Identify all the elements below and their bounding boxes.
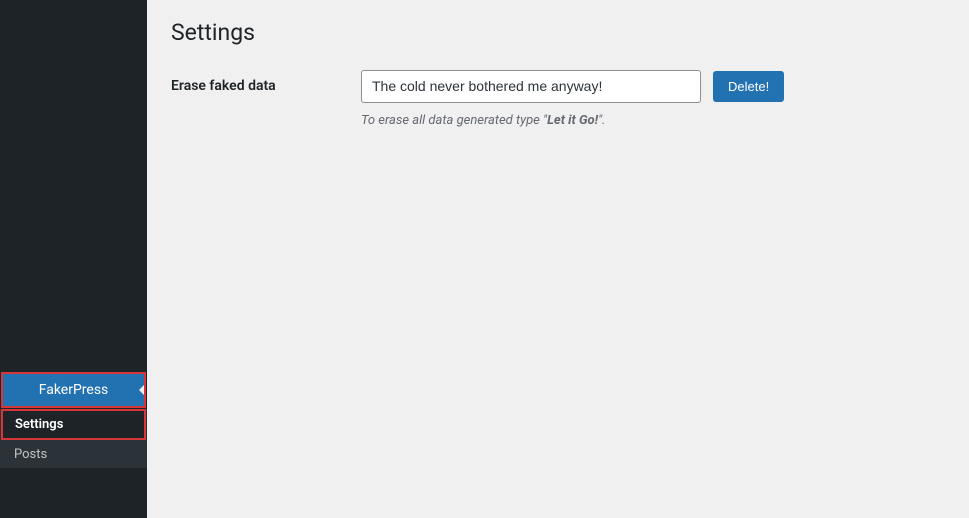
admin-sidebar: FakerPress Settings Posts bbox=[0, 0, 147, 518]
erase-input[interactable] bbox=[361, 70, 701, 103]
sidebar-menu: FakerPress Settings Posts bbox=[0, 371, 147, 518]
hint-suffix: ". bbox=[598, 113, 605, 128]
sidebar-spacer bbox=[0, 0, 147, 371]
submenu: Settings Posts bbox=[0, 409, 147, 468]
menu-item-fakerpress[interactable]: FakerPress bbox=[1, 372, 146, 408]
input-row: Delete! bbox=[361, 70, 945, 103]
hint-phrase: Let it Go! bbox=[547, 113, 598, 128]
page-title: Settings bbox=[171, 10, 945, 50]
submenu-item-posts[interactable]: Posts bbox=[0, 441, 147, 468]
main-content: Settings Erase faked data Delete! To era… bbox=[147, 0, 969, 518]
erase-label: Erase faked data bbox=[171, 70, 341, 94]
delete-button[interactable]: Delete! bbox=[713, 71, 784, 103]
hint-text: To erase all data generated type "Let it… bbox=[361, 113, 945, 128]
erase-field: Delete! To erase all data generated type… bbox=[361, 70, 945, 128]
hint-prefix: To erase all data generated type " bbox=[361, 113, 547, 128]
submenu-item-settings[interactable]: Settings bbox=[1, 409, 146, 440]
settings-form: Erase faked data Delete! To erase all da… bbox=[171, 70, 945, 128]
